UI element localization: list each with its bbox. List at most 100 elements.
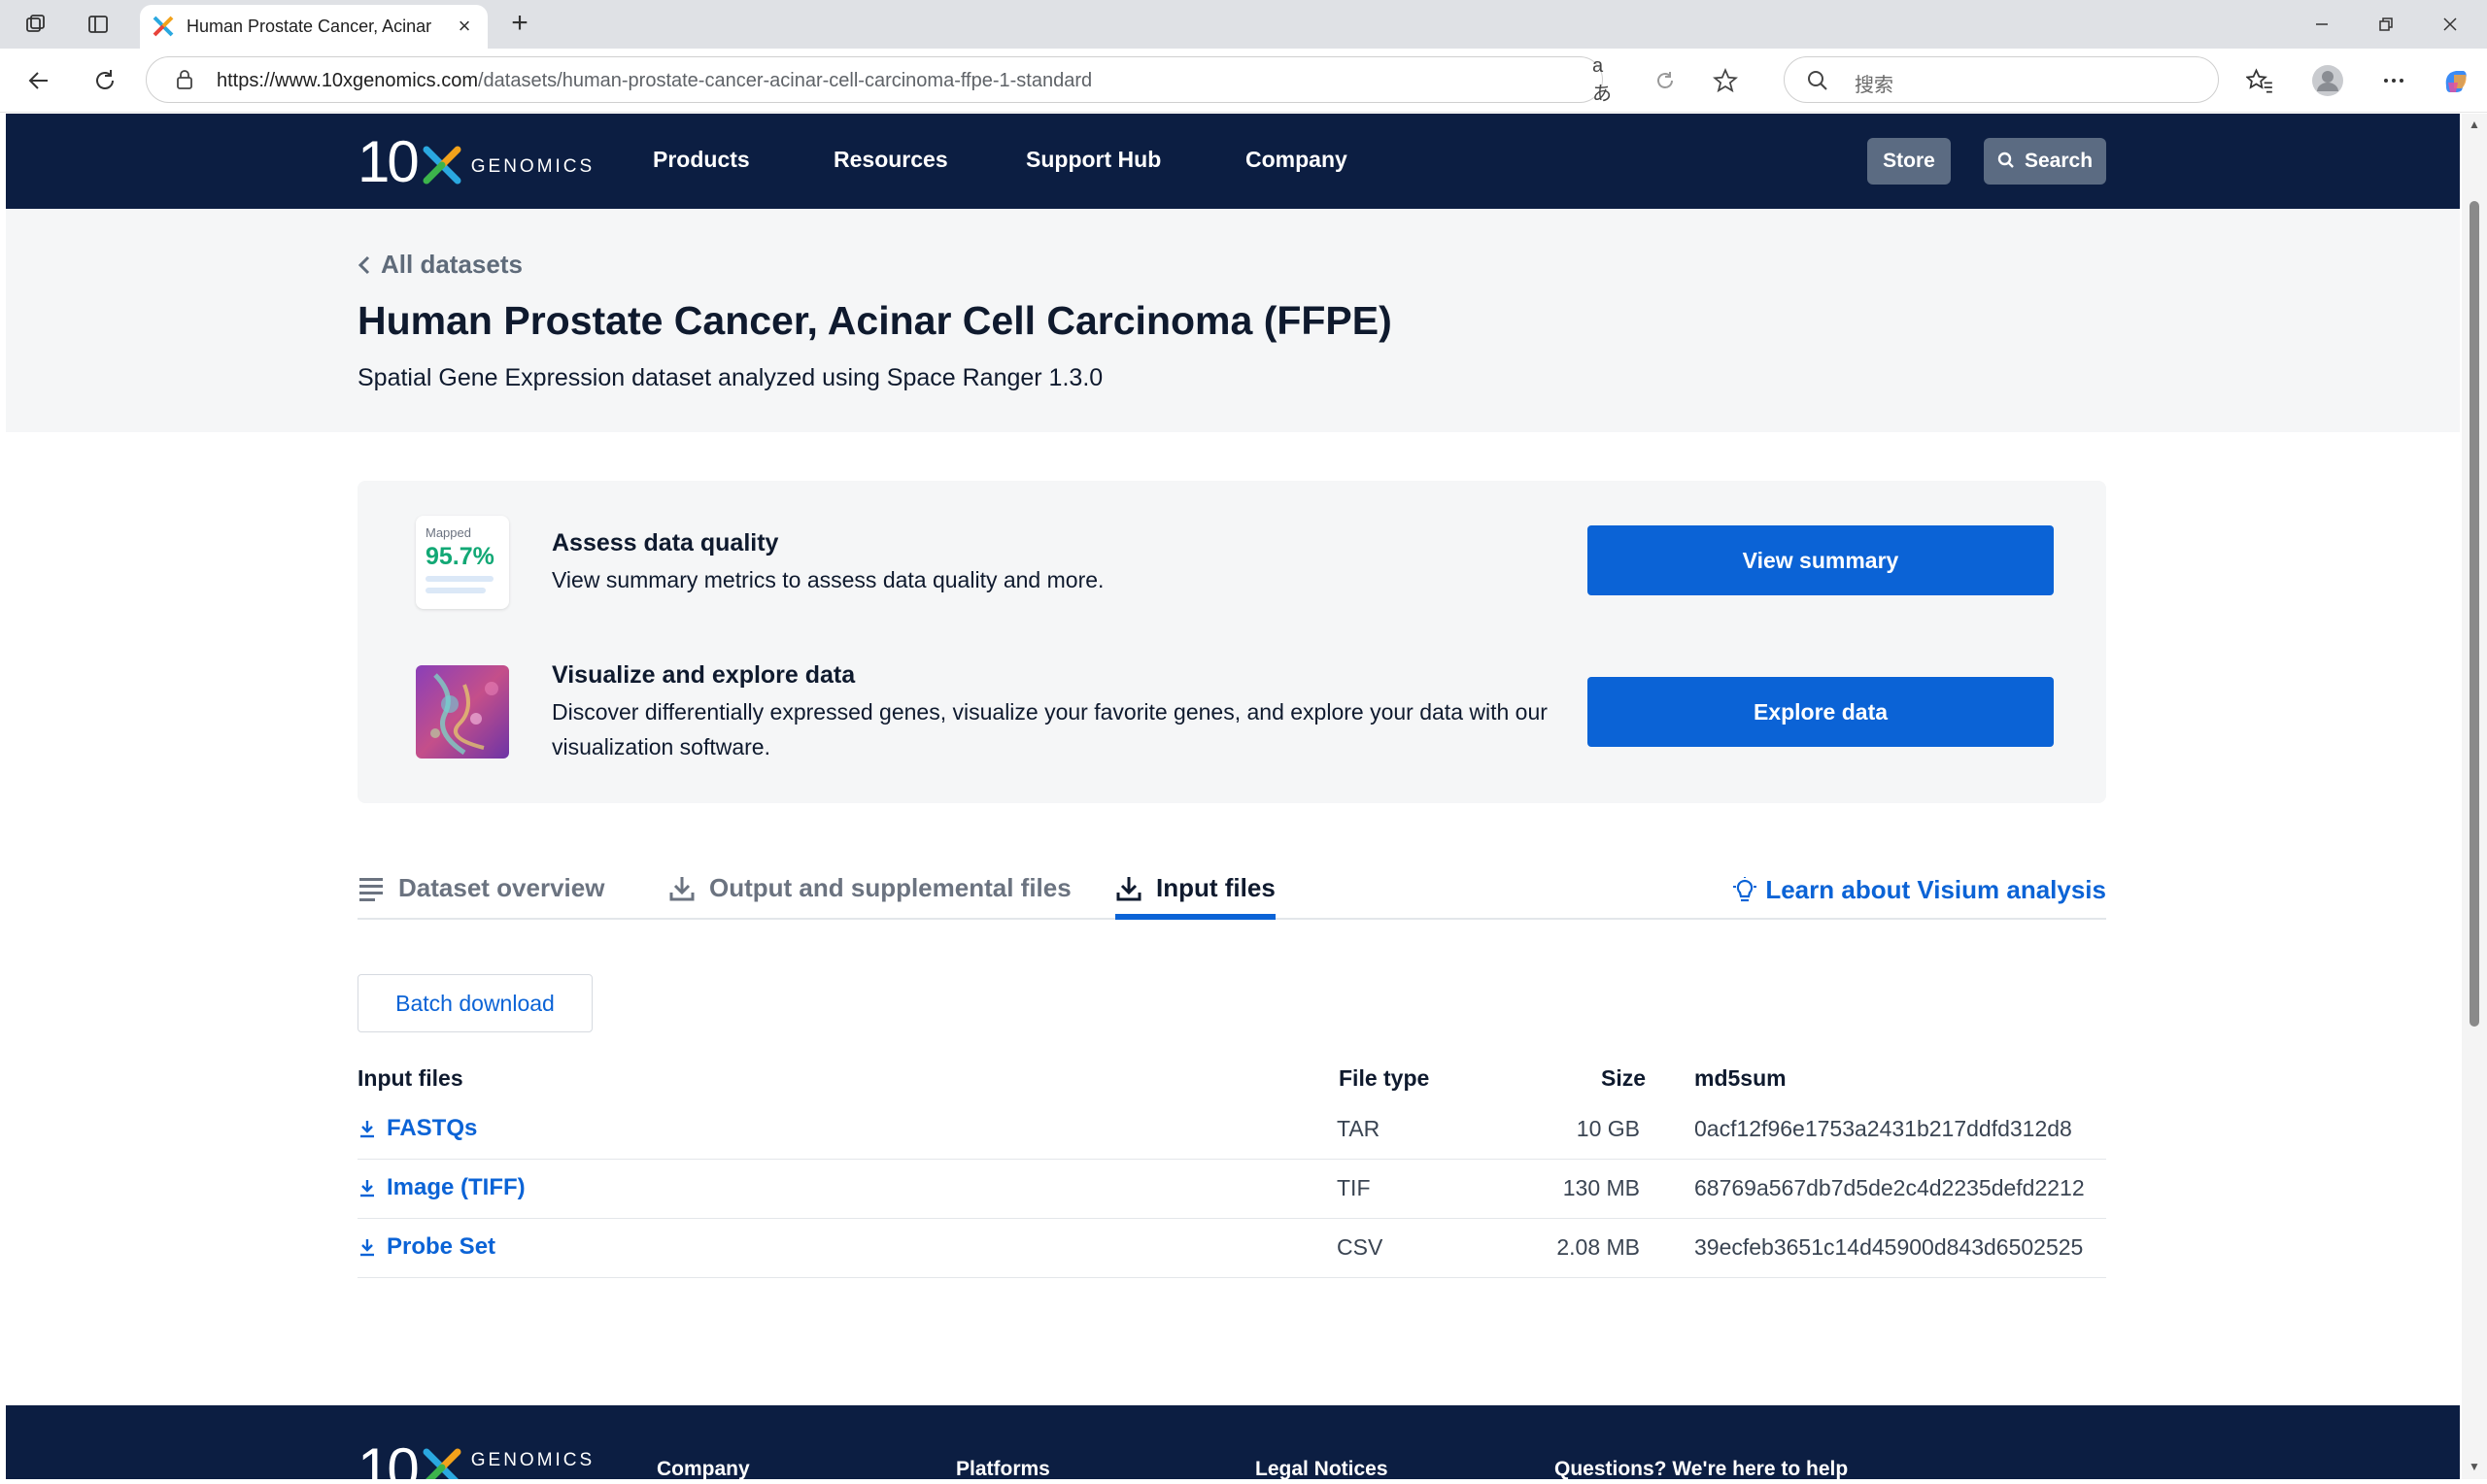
logo-x-icon bbox=[423, 1448, 461, 1479]
visualize-explore-desc: Discover differentially expressed genes,… bbox=[552, 699, 1548, 759]
file-md5: 68769a567db7d5de2c4d2235defd2212 bbox=[1694, 1175, 2085, 1200]
minimize-icon[interactable] bbox=[2302, 10, 2341, 39]
reload-icon[interactable] bbox=[87, 63, 122, 98]
file-type: TIF bbox=[1337, 1175, 1371, 1200]
address-bar[interactable]: https://www.10xgenomics.com/datasets/hum… bbox=[146, 55, 1738, 105]
workspaces-icon[interactable] bbox=[23, 13, 49, 36]
visualize-explore-title: Visualize and explore data bbox=[552, 661, 856, 689]
nav-resources[interactable]: Resources bbox=[834, 147, 948, 173]
restore-icon[interactable] bbox=[2367, 10, 2405, 39]
favorites-icon[interactable] bbox=[2242, 63, 2277, 98]
nav-products[interactable]: Products bbox=[653, 147, 750, 173]
batch-download-button[interactable]: Batch download bbox=[358, 974, 593, 1032]
more-menu-icon[interactable] bbox=[2376, 63, 2411, 98]
column-header-md5sum: md5sum bbox=[1694, 1065, 1787, 1091]
file-name: FASTQs bbox=[387, 1115, 478, 1141]
profile-avatar-icon[interactable] bbox=[2310, 63, 2345, 98]
site-search-button[interactable]: Search bbox=[1984, 138, 2106, 185]
file-size: 10 GB bbox=[1576, 1116, 1640, 1141]
lock-icon[interactable] bbox=[174, 69, 195, 90]
search-icon bbox=[1808, 71, 1827, 90]
logo-ten: 10 bbox=[358, 1436, 420, 1480]
assess-quality-title: Assess data quality bbox=[552, 529, 779, 556]
footer-heading-platforms[interactable]: Platforms bbox=[956, 1458, 1050, 1479]
browser-search-box[interactable]: 搜索 bbox=[1784, 56, 2219, 103]
metric-label: Mapped bbox=[426, 525, 471, 540]
view-summary-button[interactable]: View summary bbox=[1587, 525, 2054, 595]
tab-close-icon[interactable]: × bbox=[451, 13, 478, 40]
url-path: /datasets/human-prostate-cancer-acinar-c… bbox=[478, 70, 1093, 91]
page-scrollbar[interactable]: ▲ ▼ bbox=[2462, 114, 2487, 1479]
footer-logo[interactable]: 10 GENOMICS bbox=[358, 1440, 595, 1479]
back-arrow-icon[interactable] bbox=[21, 63, 56, 98]
table-row: Image (TIFF) TIF 130 MB 68769a567db7d5de… bbox=[358, 1160, 2106, 1219]
scroll-up-icon[interactable]: ▲ bbox=[2468, 118, 2481, 131]
file-type: CSV bbox=[1337, 1234, 1383, 1260]
file-name: Probe Set bbox=[387, 1233, 496, 1260]
tab-output-supplemental[interactable]: Output and supplemental files bbox=[668, 873, 1072, 920]
store-button[interactable]: Store bbox=[1867, 138, 1951, 185]
table-row: FASTQs TAR 10 GB 0acf12f96e1753a2431b217… bbox=[358, 1100, 2106, 1160]
logo-ten: 10 bbox=[358, 129, 420, 194]
page-viewport: 10 GENOMICS Products Resources Support H… bbox=[6, 114, 2460, 1479]
scrollbar-thumb[interactable] bbox=[2470, 201, 2479, 1027]
file-type: TAR bbox=[1337, 1116, 1380, 1141]
back-link-label: All datasets bbox=[381, 250, 523, 279]
refresh-reading-icon[interactable] bbox=[1652, 68, 1678, 93]
page-subtitle: Spatial Gene Expression dataset analyzed… bbox=[358, 364, 1104, 391]
tab-dataset-overview[interactable]: Dataset overview bbox=[358, 873, 604, 920]
new-tab-icon[interactable]: + bbox=[505, 9, 534, 39]
favorite-star-icon[interactable] bbox=[1713, 68, 1738, 93]
file-name: Image (TIFF) bbox=[387, 1174, 526, 1200]
scroll-down-icon[interactable]: ▼ bbox=[2468, 1460, 2481, 1473]
tissue-visualization-thumbnail bbox=[416, 665, 509, 759]
dataset-hero: All datasets Human Prostate Cancer, Acin… bbox=[6, 209, 2460, 432]
tab-input-files[interactable]: Input files bbox=[1115, 873, 1276, 920]
footer-heading-legal[interactable]: Legal Notices bbox=[1255, 1458, 1388, 1479]
url-text[interactable]: https://www.10xgenomics.com/datasets/hum… bbox=[217, 70, 1092, 92]
browser-toolbar: https://www.10xgenomics.com/datasets/hum… bbox=[0, 49, 2487, 113]
file-link-image-tiff[interactable]: Image (TIFF) bbox=[358, 1174, 526, 1201]
list-icon bbox=[359, 878, 383, 901]
close-window-icon[interactable] bbox=[2431, 10, 2470, 39]
tab-label: Dataset overview bbox=[398, 873, 605, 902]
site-header: 10 GENOMICS Products Resources Support H… bbox=[6, 114, 2460, 209]
nav-support-hub[interactable]: Support Hub bbox=[1026, 147, 1161, 173]
file-link-probe-set[interactable]: Probe Set bbox=[358, 1233, 495, 1261]
logo-x-icon bbox=[423, 146, 461, 185]
nav-company[interactable]: Company bbox=[1245, 147, 1347, 173]
download-icon bbox=[360, 1239, 374, 1257]
metric-value: 95.7% bbox=[426, 543, 494, 570]
download-icon bbox=[360, 1121, 374, 1138]
footer-heading-questions[interactable]: Questions? We're here to help bbox=[1554, 1458, 1848, 1479]
download-icon bbox=[1116, 877, 1141, 901]
search-button-label: Search bbox=[2025, 150, 2094, 172]
learn-link-label: Learn about Visium analysis bbox=[1765, 875, 2106, 904]
lightbulb-icon bbox=[1733, 876, 1757, 901]
site-footer: 10 GENOMICS Company Platforms Legal Noti… bbox=[6, 1405, 2460, 1479]
column-header-input-files: Input files bbox=[358, 1065, 463, 1091]
vertical-tabs-icon[interactable] bbox=[85, 13, 111, 36]
metric-bar bbox=[426, 576, 494, 582]
file-size: 130 MB bbox=[1562, 1175, 1640, 1200]
column-header-size: Size bbox=[1601, 1065, 1647, 1091]
tab-label: Output and supplemental files bbox=[709, 873, 1072, 902]
browser-tab-active[interactable]: Human Prostate Cancer, Acinar Cell Carci… bbox=[140, 5, 488, 49]
read-aloud-icon[interactable]: aあ bbox=[1592, 55, 1618, 105]
tab-label: Input files bbox=[1156, 873, 1276, 902]
dataset-actions-card: Mapped 95.7% Assess data quality View su… bbox=[358, 481, 2106, 803]
download-icon bbox=[360, 1180, 374, 1197]
dataset-tabs: Dataset overview Output and supplemental… bbox=[358, 861, 2106, 920]
explore-data-button[interactable]: Explore data bbox=[1587, 677, 2054, 747]
footer-heading-company[interactable]: Company bbox=[657, 1458, 750, 1479]
logo-wordmark: GENOMICS bbox=[470, 1450, 596, 1470]
browser-tab-title: Human Prostate Cancer, Acinar Cell Carci… bbox=[187, 17, 437, 36]
copilot-icon[interactable] bbox=[2438, 63, 2473, 98]
search-icon bbox=[1997, 152, 2014, 168]
file-link-fastqs[interactable]: FASTQs bbox=[358, 1115, 477, 1142]
column-header-file-type: File type bbox=[1339, 1065, 1430, 1091]
learn-visium-link[interactable]: Learn about Visium analysis bbox=[1732, 875, 2106, 905]
all-datasets-link[interactable]: All datasets bbox=[358, 250, 523, 280]
file-md5: 0acf12f96e1753a2431b217ddfd312d8 bbox=[1694, 1116, 2072, 1141]
10x-genomics-logo[interactable]: 10 GENOMICS bbox=[358, 133, 595, 191]
